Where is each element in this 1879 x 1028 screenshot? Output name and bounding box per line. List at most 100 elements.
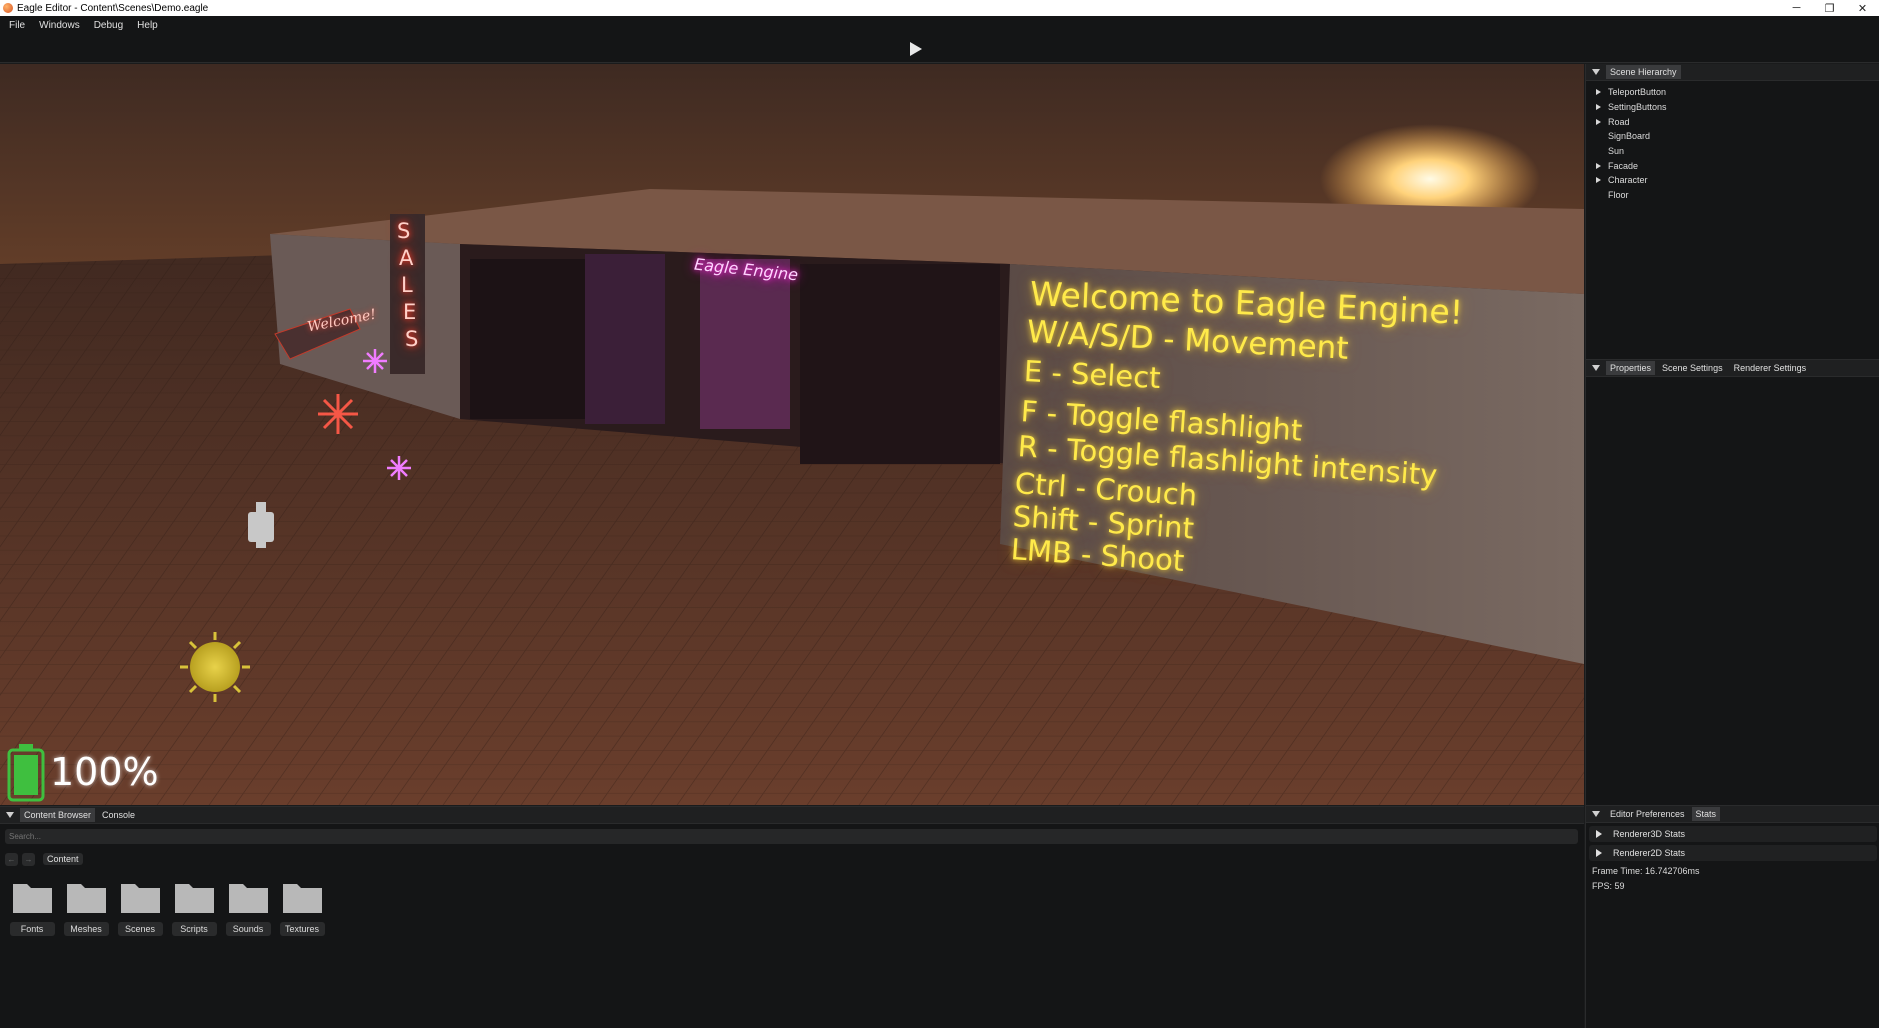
- expand-arrow-icon: [1596, 830, 1602, 838]
- content-browser-panel: Content Browser Console ← → Content Font…: [0, 806, 1584, 1028]
- play-button[interactable]: [907, 39, 925, 59]
- menu-bar: File Windows Debug Help: [0, 16, 1879, 35]
- neon-sales-sign: S A L E S: [395, 219, 425, 369]
- hierarchy-list: TeleportButton SettingButtons Road SignB…: [1586, 81, 1879, 203]
- frame-time: Frame Time: 16.742706ms: [1592, 866, 1700, 876]
- folder-icon: [12, 884, 52, 913]
- title-bar: Eagle Editor - Content\Scenes\Demo.eagle…: [0, 0, 1879, 16]
- folder-scripts[interactable]: Scripts: [168, 879, 220, 936]
- battery-hud: 100%: [7, 744, 172, 800]
- expand-arrow-icon: [1596, 849, 1602, 857]
- toolbar: [0, 35, 1879, 63]
- tab-stats[interactable]: Stats: [1691, 807, 1721, 821]
- folder-label: Scenes: [117, 922, 163, 936]
- tab-editor-preferences[interactable]: Editor Preferences: [1606, 807, 1689, 821]
- folder-icon: [282, 884, 322, 913]
- menu-help[interactable]: Help: [137, 20, 158, 31]
- tab-content-browser[interactable]: Content Browser: [20, 808, 96, 822]
- forward-button[interactable]: →: [22, 852, 35, 866]
- folder-fonts[interactable]: Fonts: [6, 879, 58, 936]
- battery-percent: 100%: [50, 750, 159, 794]
- window-title: Eagle Editor - Content\Scenes\Demo.eagle: [17, 2, 209, 14]
- folder-meshes[interactable]: Meshes: [60, 879, 112, 936]
- renderer2d-stats-row[interactable]: Renderer2D Stats: [1589, 845, 1877, 861]
- panel-header: Editor Preferences Stats: [1586, 806, 1879, 823]
- hierarchy-item-sun[interactable]: Sun: [1586, 144, 1879, 159]
- signboard-text: Welcome to Eagle Engine! W/A/S/D - Movem…: [1010, 274, 1464, 578]
- folder-scenes[interactable]: Scenes: [114, 879, 166, 936]
- panel-header: Content Browser Console: [0, 807, 1584, 824]
- stats-row-label: Renderer2D Stats: [1613, 848, 1686, 858]
- scene-viewport[interactable]: S A L E S Welcome! Eagle Engine Welcome …: [0, 64, 1584, 805]
- hierarchy-item-label: Character: [1608, 175, 1648, 186]
- hierarchy-item-character[interactable]: Character: [1586, 173, 1879, 188]
- hierarchy-item-label: Sun: [1608, 146, 1625, 157]
- restore-button[interactable]: ❐: [1813, 0, 1846, 16]
- neon-sales-letter: S: [405, 327, 419, 351]
- folder-icon: [120, 884, 160, 913]
- sign-line: E - Select: [1023, 354, 1162, 396]
- hierarchy-item-signboard[interactable]: SignBoard: [1586, 129, 1879, 144]
- eagle-app-icon: [3, 3, 13, 13]
- menu-windows[interactable]: Windows: [39, 20, 80, 31]
- folder-label: Textures: [279, 922, 325, 936]
- tab-properties[interactable]: Properties: [1606, 361, 1656, 375]
- folder-sounds[interactable]: Sounds: [222, 879, 274, 936]
- panel-header: Scene Hierarchy: [1586, 64, 1879, 81]
- expand-arrow-icon[interactable]: [1596, 118, 1601, 125]
- menu-file[interactable]: File: [9, 20, 25, 31]
- neon-sales-letter: S: [397, 219, 411, 243]
- renderer3d-stats-row[interactable]: Renderer3D Stats: [1589, 826, 1877, 842]
- hierarchy-item-label: TeleportButton: [1608, 87, 1667, 98]
- hierarchy-item-settingbuttons[interactable]: SettingButtons: [1586, 100, 1879, 115]
- hierarchy-item-facade[interactable]: Facade: [1586, 158, 1879, 173]
- menu-debug[interactable]: Debug: [94, 20, 123, 31]
- expand-arrow-icon[interactable]: [1596, 162, 1601, 169]
- window-controls: ─ ❐ ✕: [1780, 0, 1879, 16]
- hierarchy-item-road[interactable]: Road: [1586, 114, 1879, 129]
- folder-label: Sounds: [225, 922, 271, 936]
- collapse-icon[interactable]: [1592, 365, 1600, 371]
- minimize-button[interactable]: ─: [1780, 0, 1813, 16]
- close-button[interactable]: ✕: [1846, 0, 1879, 16]
- hierarchy-item-teleportbutton[interactable]: TeleportButton: [1586, 85, 1879, 100]
- back-button[interactable]: ←: [5, 852, 18, 866]
- breadcrumb-content[interactable]: Content: [43, 853, 83, 865]
- hierarchy-item-label: Facade: [1608, 160, 1639, 171]
- panel-header: Properties Scene Settings Renderer Setti…: [1586, 360, 1879, 377]
- tab-console[interactable]: Console: [98, 808, 139, 822]
- neon-sales-letter: E: [403, 300, 417, 324]
- folder-textures[interactable]: Textures: [276, 879, 328, 936]
- tab-scene-settings[interactable]: Scene Settings: [1658, 361, 1727, 375]
- hierarchy-item-label: Road: [1608, 116, 1630, 127]
- hierarchy-item-label: SignBoard: [1608, 131, 1651, 142]
- expand-arrow-icon[interactable]: [1596, 177, 1601, 184]
- navigation-row: ← → Content: [5, 852, 83, 866]
- tab-scene-hierarchy[interactable]: Scene Hierarchy: [1606, 65, 1681, 79]
- expand-arrow-icon[interactable]: [1596, 104, 1601, 111]
- search-input[interactable]: [5, 829, 1578, 844]
- hierarchy-item-label: SettingButtons: [1608, 102, 1667, 113]
- stats-row-label: Renderer3D Stats: [1613, 829, 1686, 839]
- fps: FPS: 59: [1592, 881, 1625, 891]
- hierarchy-item-label: Floor: [1608, 190, 1629, 201]
- folder-icon: [66, 884, 106, 913]
- neon-sales-letter: L: [401, 273, 413, 297]
- hierarchy-item-floor[interactable]: Floor: [1586, 188, 1879, 203]
- expand-arrow-icon[interactable]: [1596, 89, 1601, 96]
- collapse-icon[interactable]: [6, 812, 14, 818]
- collapse-icon[interactable]: [1592, 811, 1600, 817]
- stats-panel: Editor Preferences Stats Renderer3D Stat…: [1586, 805, 1879, 1028]
- neon-sales-letter: A: [399, 246, 414, 270]
- folder-icon: [174, 884, 214, 913]
- properties-panel: Properties Scene Settings Renderer Setti…: [1586, 359, 1879, 805]
- play-icon: [910, 42, 922, 56]
- collapse-icon[interactable]: [1592, 69, 1600, 75]
- folder-label: Meshes: [63, 922, 109, 936]
- scene-hierarchy-panel: Scene Hierarchy TeleportButton SettingBu…: [1586, 64, 1879, 359]
- folder-label: Fonts: [9, 922, 55, 936]
- right-panels: Scene Hierarchy TeleportButton SettingBu…: [1585, 64, 1879, 1028]
- folder-icon: [228, 884, 268, 913]
- tab-renderer-settings[interactable]: Renderer Settings: [1730, 361, 1811, 375]
- folder-label: Scripts: [171, 922, 217, 936]
